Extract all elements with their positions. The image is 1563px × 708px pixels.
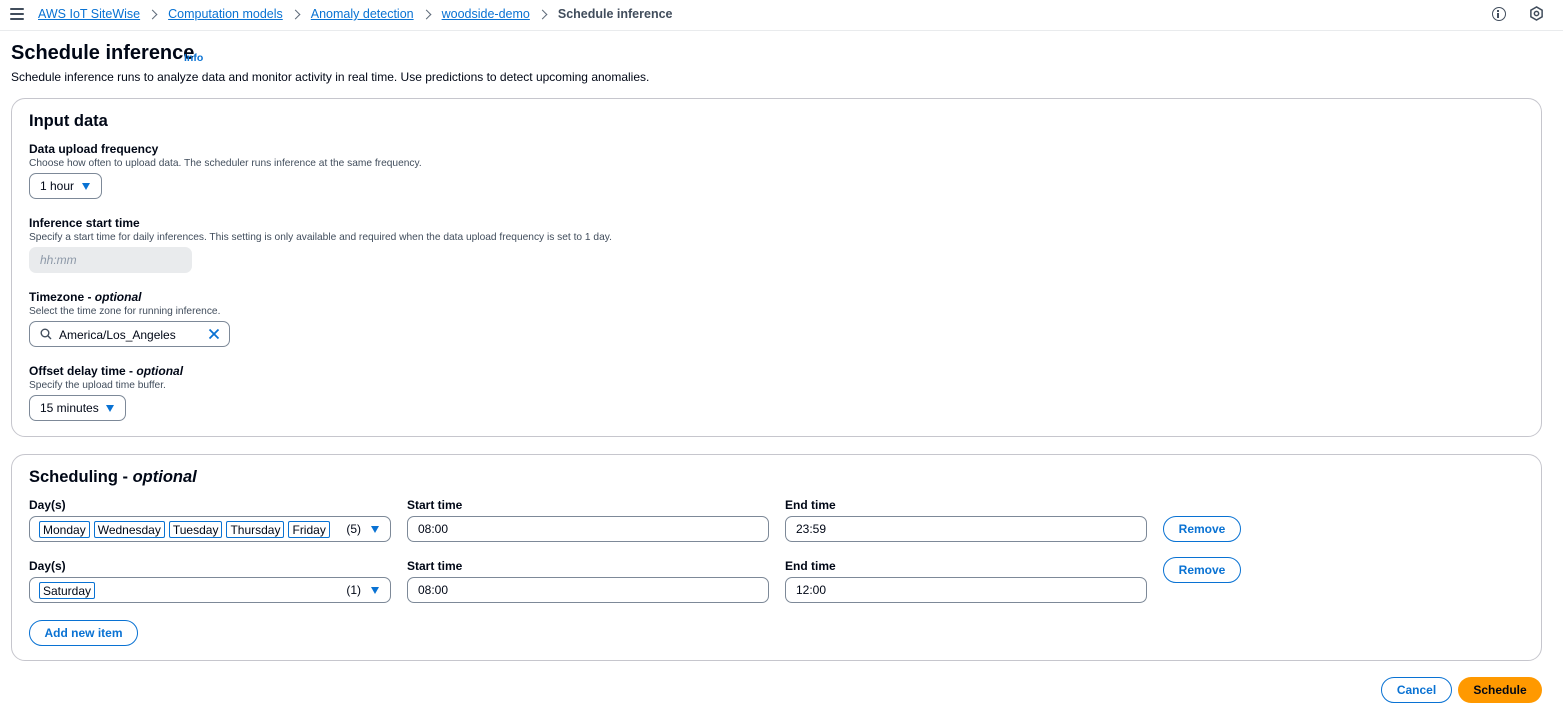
info-circle-icon[interactable]: [1492, 7, 1506, 21]
caret-down-icon: [82, 183, 90, 190]
start-time-label: Start time: [407, 498, 463, 512]
timezone-value: America/Los_Angeles: [59, 328, 176, 342]
add-new-item-button[interactable]: Add new item: [29, 620, 138, 646]
end-time-input[interactable]: 12:00: [785, 577, 1147, 603]
input-data-container: Input data Data upload frequency Choose …: [11, 98, 1542, 437]
days-label: Day(s): [29, 498, 66, 512]
breadcrumb-link-computation-models[interactable]: Computation models: [168, 7, 283, 21]
day-token[interactable]: Thursday: [226, 521, 285, 538]
offset-delay-select[interactable]: 15 minutes: [29, 395, 126, 421]
close-icon[interactable]: [208, 328, 220, 340]
upload-frequency-value: 1 hour: [40, 179, 75, 193]
timezone-search-input[interactable]: America/Los_Angeles: [29, 321, 230, 347]
breadcrumb-current: Schedule inference: [557, 7, 673, 21]
offset-delay-description: Specify the upload time buffer.: [29, 380, 166, 391]
selected-count: (5): [346, 522, 361, 536]
remove-button[interactable]: Remove: [1163, 516, 1241, 542]
breadcrumb: AWS IoT SiteWise Computation models Anom…: [38, 7, 672, 21]
selected-count: (1): [346, 583, 361, 597]
end-time-input[interactable]: 23:59: [785, 516, 1147, 542]
start-time-input[interactable]: 08:00: [407, 516, 769, 542]
start-time-input: hh:mm: [29, 247, 192, 273]
top-navigation: AWS IoT SiteWise Computation models Anom…: [0, 0, 1563, 31]
settings-hexagon-icon[interactable]: [1529, 6, 1544, 21]
days-label: Day(s): [29, 559, 66, 573]
upload-frequency-select[interactable]: 1 hour: [29, 173, 102, 199]
scheduling-title: Scheduling - optional: [29, 468, 197, 486]
days-multiselect[interactable]: Saturday (1): [29, 577, 391, 603]
start-time-placeholder: hh:mm: [40, 253, 77, 267]
offset-delay-label: Offset delay time - optional: [29, 364, 184, 378]
upload-frequency-label: Data upload frequency: [29, 142, 159, 156]
day-token[interactable]: Monday: [39, 521, 90, 538]
caret-down-icon: [106, 405, 114, 412]
start-time-label: Inference start time: [29, 216, 140, 230]
hamburger-menu-icon[interactable]: [10, 8, 24, 20]
upload-frequency-description: Choose how often to upload data. The sch…: [29, 158, 422, 169]
search-icon: [40, 328, 52, 340]
remove-button[interactable]: Remove: [1163, 557, 1241, 583]
end-time-label: End time: [785, 498, 836, 512]
breadcrumb-link-woodside-demo[interactable]: woodside-demo: [442, 7, 530, 21]
day-token[interactable]: Friday: [288, 521, 330, 538]
chevron-right-icon: [421, 9, 432, 19]
caret-down-icon: [371, 526, 379, 533]
end-time-label: End time: [785, 559, 836, 573]
page-title: Schedule inference: [11, 42, 195, 64]
start-time-input[interactable]: 08:00: [407, 577, 769, 603]
start-time-description: Specify a start time for daily inference…: [29, 232, 612, 243]
info-link[interactable]: Info: [184, 52, 203, 64]
scheduling-container: Scheduling - optional Day(s) Start time …: [11, 454, 1542, 661]
input-data-title: Input data: [29, 112, 108, 130]
schedule-button[interactable]: Schedule: [1458, 677, 1542, 703]
cancel-button[interactable]: Cancel: [1381, 677, 1452, 703]
timezone-description: Select the time zone for running inferen…: [29, 306, 221, 317]
page-description: Schedule inference runs to analyze data …: [11, 70, 650, 84]
chevron-right-icon: [537, 9, 548, 19]
chevron-right-icon: [147, 9, 158, 19]
day-token[interactable]: Saturday: [39, 582, 96, 599]
caret-down-icon: [371, 587, 379, 594]
chevron-right-icon: [290, 9, 301, 19]
breadcrumb-link-anomaly-detection[interactable]: Anomaly detection: [311, 7, 414, 21]
timezone-label: Timezone - optional: [29, 290, 142, 304]
day-token[interactable]: Wednesday: [93, 521, 165, 538]
start-time-label: Start time: [407, 559, 463, 573]
days-multiselect[interactable]: Monday Wednesday Tuesday Thursday Friday…: [29, 516, 391, 542]
offset-delay-value: 15 minutes: [40, 401, 99, 415]
breadcrumb-link-sitewise[interactable]: AWS IoT SiteWise: [38, 7, 140, 21]
day-token[interactable]: Tuesday: [168, 521, 223, 538]
